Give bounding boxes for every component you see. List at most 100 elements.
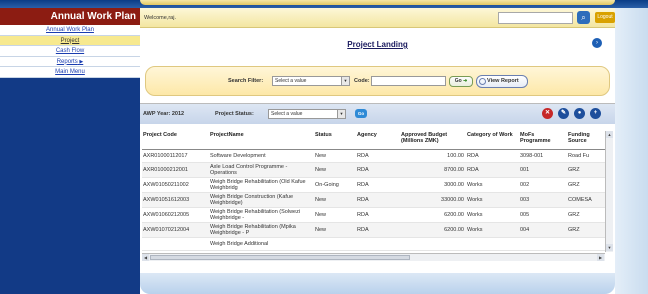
search-filter-label: Search Filter:	[228, 78, 264, 84]
cell-status: New	[314, 192, 356, 208]
cell-project-code: AXW01051612003	[142, 192, 209, 208]
filter-go-button[interactable]: Go ➜	[449, 76, 473, 87]
cell-project-name: Weigh Bridge Rehabilitation (Mpika Weigh…	[209, 222, 314, 238]
cell-project-name: Software Development	[209, 149, 314, 163]
cell-project-name: Weigh Bridge Rehabilitation (Solwezi Wei…	[209, 207, 314, 223]
cell-status: New	[314, 149, 356, 163]
cell-category	[466, 237, 519, 251]
cell-funding: GRZ	[567, 162, 605, 178]
cell-project-code: AXR01000112017	[142, 149, 209, 163]
cell-budget: 6200.00	[400, 222, 466, 238]
cell-project-code: AXR01000212001	[142, 162, 209, 178]
cell-funding	[567, 237, 605, 251]
column-header[interactable]: MoFs Programme	[519, 131, 567, 150]
cell-agency: RDA	[356, 192, 400, 208]
table-row[interactable]: AXR01000112017 Software Development New …	[142, 149, 605, 163]
search-filter-panel: Search Filter: Select a value ▼ Code: Go…	[145, 66, 610, 96]
logout-button[interactable]: Logout	[595, 12, 615, 23]
cell-programme: 002	[519, 177, 567, 193]
sidebar-menu: Annual Work Plan Project Cash Flow Repor…	[0, 25, 140, 78]
grid-toolbar: AWP Year: 2012 Project Status: Select a …	[140, 104, 615, 124]
table-row[interactable]: AXW01060212005 Weigh Bridge Rehabilitati…	[142, 207, 605, 223]
cell-funding: Road Fu	[567, 149, 605, 163]
cell-agency	[356, 237, 400, 251]
global-search-input[interactable]	[498, 12, 573, 24]
add-icon[interactable]: +	[590, 108, 601, 119]
vertical-scrollbar[interactable]: ▲ ▼	[605, 131, 613, 252]
table-row[interactable]: AXW01050211002 Weigh Bridge Rehabilitati…	[142, 177, 605, 193]
cell-programme: 001	[519, 162, 567, 178]
cell-project-code: AXW01050211002	[142, 177, 209, 193]
cell-status: New	[314, 222, 356, 238]
cell-funding: GRZ	[567, 207, 605, 223]
table-row[interactable]: AXR01000212001 Axle Load Control Program…	[142, 162, 605, 178]
view-report-icon	[479, 78, 486, 85]
cell-programme: 003	[519, 192, 567, 208]
projects-table: Project Code ProjectName Status Agency A…	[142, 131, 605, 251]
code-input[interactable]	[371, 76, 446, 86]
horizontal-scrollbar[interactable]: ◀ ▶	[142, 253, 605, 261]
sidebar-item-main-menu[interactable]: Main Menu	[0, 67, 140, 78]
status-go-button[interactable]: Go	[355, 109, 367, 118]
cell-budget: 3000.00	[400, 177, 466, 193]
sidebar-title: Annual Work Plan	[0, 8, 140, 25]
chevron-down-icon: ▼	[337, 110, 345, 118]
cell-programme: 005	[519, 207, 567, 223]
cell-category: Works	[466, 222, 519, 238]
cell-project-name: Weigh Bridge Construction (Kafue Weighbr…	[209, 192, 314, 208]
sidebar-item-reports[interactable]: Reports ▶	[0, 57, 140, 67]
top-banner	[0, 0, 648, 8]
column-header[interactable]: Category of Work	[466, 131, 519, 150]
cell-status: New	[314, 162, 356, 178]
table-row[interactable]: Weigh Bridge Additional	[142, 237, 605, 251]
horizontal-scroll-thumb[interactable]	[150, 255, 410, 260]
cell-budget: 33000.00	[400, 192, 466, 208]
column-header[interactable]: Agency	[356, 131, 400, 150]
refresh-icon[interactable]: ●	[574, 108, 585, 119]
welcome-text: Welcome,raj.	[144, 15, 176, 21]
cell-budget: 6200.00	[400, 207, 466, 223]
cell-category: Works	[466, 192, 519, 208]
project-status-select[interactable]: Select a value ▼	[268, 109, 346, 119]
submenu-arrow-icon: ▶	[79, 58, 84, 65]
column-header[interactable]: ProjectName	[209, 131, 314, 150]
cell-status: On-Going	[314, 177, 356, 193]
cell-project-name: Weigh Bridge Rehabilitation (Old Kafue W…	[209, 177, 314, 193]
awp-year-label: AWP Year: 2012	[143, 111, 185, 117]
search-icon[interactable]: ⌕	[577, 11, 590, 24]
cell-agency: RDA	[356, 149, 400, 163]
view-report-button[interactable]: View Report	[476, 75, 528, 88]
cell-status: New	[314, 207, 356, 223]
cell-budget: 100.00	[400, 149, 466, 163]
bottom-panel	[140, 273, 615, 294]
column-header[interactable]: Approved Budget (Millions ZMK)	[400, 131, 466, 150]
column-header[interactable]: Funding Source	[567, 131, 605, 150]
table-row[interactable]: AXW01070212004 Weigh Bridge Rehabilitati…	[142, 222, 605, 238]
chevron-down-icon: ▼	[341, 77, 349, 85]
column-header[interactable]: Project Code	[142, 131, 209, 150]
search-filter-select[interactable]: Select a value ▼	[272, 76, 350, 86]
sidebar-item-project[interactable]: Project	[0, 35, 140, 46]
project-grid-panel: AWP Year: 2012 Project Status: Select a …	[140, 103, 615, 273]
cell-programme: 004	[519, 222, 567, 238]
cell-category: Works	[466, 207, 519, 223]
view-report-label: View Report	[487, 78, 519, 84]
edit-icon[interactable]: ✎	[558, 108, 569, 119]
scroll-up-icon[interactable]: ▲	[606, 131, 613, 138]
column-header[interactable]: Status	[314, 131, 356, 150]
scroll-right-icon[interactable]: ▶	[597, 254, 604, 261]
cell-agency: RDA	[356, 162, 400, 178]
scroll-left-icon[interactable]: ◀	[142, 254, 149, 261]
cell-project-code	[142, 237, 209, 251]
help-icon[interactable]: ›	[592, 38, 602, 48]
scroll-down-icon[interactable]: ▼	[606, 244, 613, 251]
delete-icon[interactable]: ✕	[542, 108, 553, 119]
cell-project-code: AXW01060212005	[142, 207, 209, 223]
filter-go-label: Go	[454, 78, 462, 84]
sidebar-item-cash-flow[interactable]: Cash Flow	[0, 46, 140, 57]
sidebar-item-annual-work-plan[interactable]: Annual Work Plan	[0, 25, 140, 36]
cell-budget	[400, 237, 466, 251]
top-banner-accent	[140, 0, 615, 5]
cell-project-name: Weigh Bridge Additional	[209, 237, 314, 251]
table-row[interactable]: AXW01051612003 Weigh Bridge Construction…	[142, 192, 605, 208]
